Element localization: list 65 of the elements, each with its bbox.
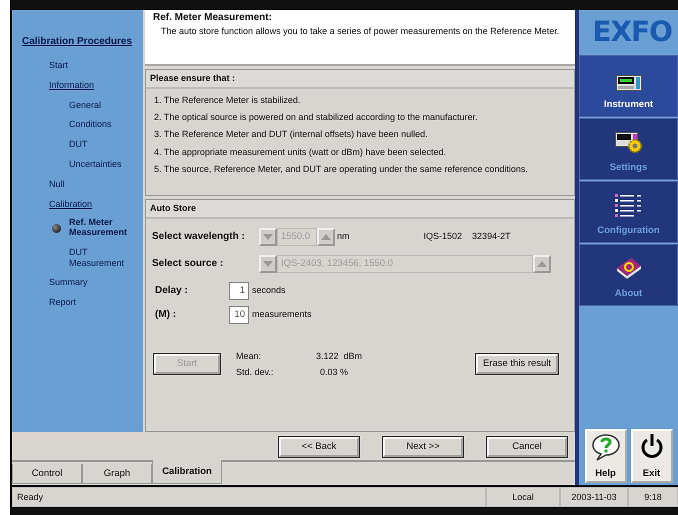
checklist-item: 2. The optical source is powered on and stabilized according to the manufacturer. — [154, 112, 479, 123]
status-mode: Local — [486, 487, 560, 507]
result-label: Std. dev.: — [236, 366, 274, 378]
tab[interactable]: Graph — [82, 464, 152, 484]
sidebar-item[interactable]: Calibration — [49, 198, 92, 209]
sidebar-item[interactable]: Start — [49, 60, 68, 70]
book-icon — [614, 256, 642, 280]
checklist-item: 3. The Reference Meter and DUT (internal offsets) have been nulled. — [154, 129, 429, 140]
sidebar-item[interactable]: Report — [49, 297, 76, 308]
tab[interactable]: Control — [12, 464, 82, 484]
checklist-item: 1. The Reference Meter is stabilized. — [154, 94, 302, 106]
unit-label: measurements — [252, 309, 312, 320]
sidebar-item[interactable]: Ref. Meter Measurement — [69, 218, 139, 238]
triangle-down-icon — [263, 234, 273, 240]
sidebar-item[interactable]: Information — [49, 80, 94, 90]
sidebar-item[interactable]: Uncertainties — [69, 158, 131, 170]
sidebar-heading: Calibration Procedures — [22, 36, 132, 47]
field-label: Select wavelength : — [152, 230, 246, 243]
page-title: Ref. Meter Measurement: — [153, 12, 273, 24]
help-button[interactable]: Help — [584, 429, 626, 483]
next-button[interactable]: Next >> — [383, 437, 463, 457]
status-date: 2003-11-03 — [560, 487, 628, 507]
result-value: 0.03 % — [319, 366, 350, 378]
status-message: Ready — [12, 487, 486, 507]
field-label: Select source : — [152, 258, 224, 270]
nav-tab[interactable]: Configuration — [579, 181, 678, 243]
section-title: Please ensure that : — [146, 70, 574, 89]
meter-model: IQS-1502 — [424, 231, 462, 242]
sidebar-item[interactable]: DUT — [69, 139, 131, 150]
sidebar-item[interactable]: Null — [49, 178, 65, 189]
triangle-up-icon — [321, 234, 331, 240]
nav-tab[interactable]: Settings — [579, 118, 678, 180]
triangle-down-icon — [263, 260, 273, 267]
sidebar-item[interactable]: General — [69, 100, 131, 110]
erase-result-button[interactable]: Erase this result — [476, 354, 558, 374]
checklist-item: 5. The source, Reference Meter, and DUT are operating under the same reference conditions. — [154, 164, 529, 175]
gear-icon — [614, 132, 642, 154]
instrument-icon — [616, 74, 642, 91]
logo: EXFO — [591, 14, 673, 50]
tab[interactable]: Calibration — [152, 460, 222, 484]
number-field[interactable]: 1 — [229, 282, 249, 300]
sidebar-item[interactable]: DUT Measurement — [69, 247, 131, 268]
checklist-item: 4. The appropriate measurement units (watt or dBm) have been selected. — [154, 146, 447, 158]
nav-tab[interactable]: Instrument — [579, 55, 678, 117]
unit-label: nm — [337, 231, 350, 242]
meter-serial: 32394-2T — [472, 231, 511, 242]
power-icon — [640, 433, 664, 459]
status-time: 9:18 — [628, 487, 678, 507]
nav-tab[interactable]: About — [579, 244, 678, 306]
sidebar-item[interactable]: Summary — [49, 277, 88, 288]
description-text: The auto store function allows you to take a series of power measurements on the Reference Meter. — [160, 26, 560, 37]
list-icon — [614, 192, 642, 217]
exit-button[interactable]: Exit — [630, 429, 672, 483]
unit-label: seconds — [252, 285, 286, 296]
back-button[interactable]: << Back — [279, 437, 359, 457]
result-value: 3.122 dBm — [316, 350, 364, 362]
triangle-up-icon — [537, 260, 547, 267]
field-label: Delay : — [154, 284, 189, 297]
help-icon — [590, 433, 620, 461]
number-field[interactable]: 10 — [229, 306, 249, 324]
field-label: (M) : — [154, 308, 178, 321]
result-label: Mean: — [236, 350, 262, 362]
sidebar-item[interactable]: Conditions — [69, 119, 131, 130]
cancel-button[interactable]: Cancel — [487, 437, 567, 457]
section-title: Auto Store — [146, 200, 574, 219]
